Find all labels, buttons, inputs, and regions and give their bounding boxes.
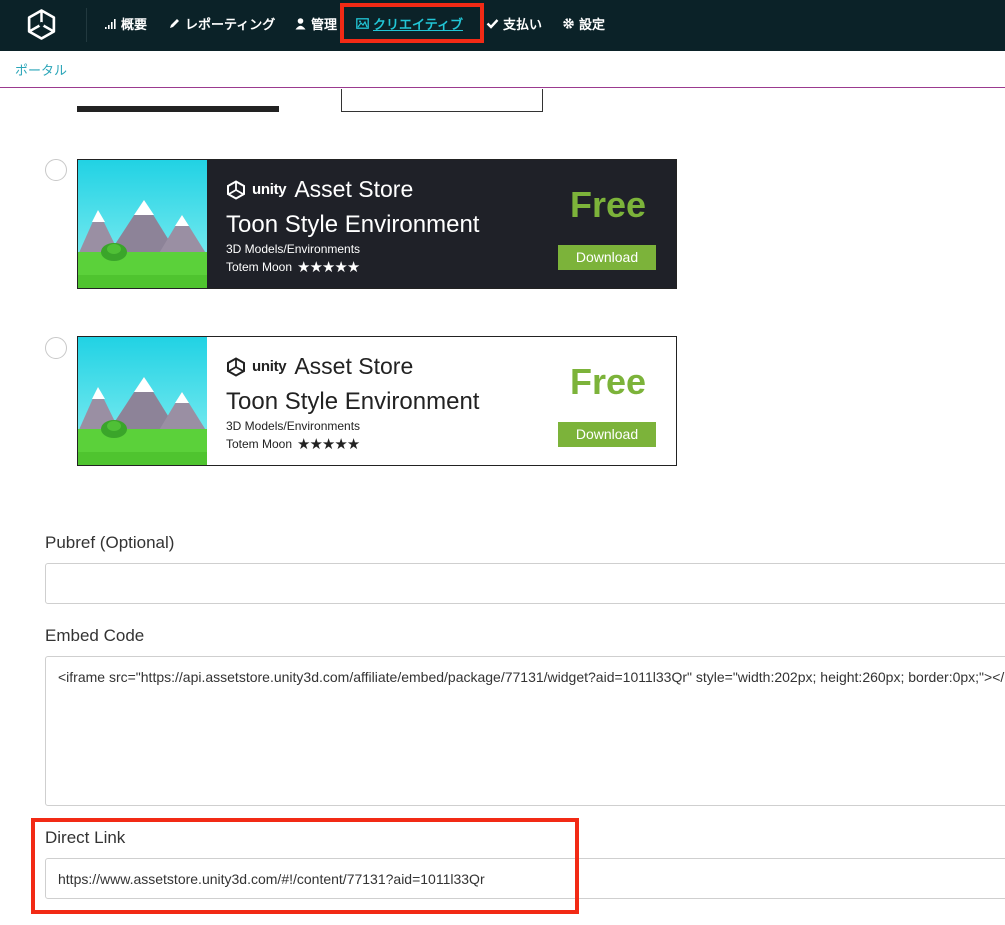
embed-code-label: Embed Code [45, 626, 145, 645]
asset-store-brand: unity Asset Store [226, 176, 413, 203]
publisher-name: Totem Moon [226, 437, 293, 451]
asset-store-brand: unity Asset Store [226, 353, 413, 380]
nav-item-reporting[interactable]: レポーティング [168, 14, 275, 32]
breadcrumb: ポータル [0, 51, 1005, 88]
embed-code-textarea[interactable]: <iframe src="https://api.assetstore.unit… [45, 656, 1005, 806]
nav-item-settings[interactable]: 設定 [562, 14, 605, 32]
signal-bars-icon [105, 18, 116, 29]
top-navigation: 概要 レポーティング 管理 クリエイティブ 支払い 設定 [0, 0, 1005, 51]
banner-publisher: Totem Moon ★★★★★ [226, 258, 360, 276]
nav-item-label: 概要 [121, 16, 148, 32]
unity-wordmark: unity [252, 181, 287, 198]
star-rating-icon: ★★★★★ [297, 259, 360, 276]
pubref-label: Pubref (Optional) [45, 533, 175, 552]
asset-store-label: Asset Store [294, 353, 414, 379]
pubref-input[interactable] [45, 563, 1005, 604]
landscape-illustration [78, 337, 207, 465]
banner-price: Free [569, 184, 647, 225]
gear-icon [563, 17, 574, 29]
unity-logo-icon [227, 356, 245, 377]
asset-store-label: Asset Store [294, 176, 414, 202]
user-icon [295, 17, 306, 29]
nav-item-label: 支払い [503, 16, 543, 32]
pencil-icon [170, 18, 179, 28]
banner-title: Toon Style Environment [226, 211, 480, 238]
nav-item-label: レポーティング [185, 16, 276, 32]
nav-item-label: 管理 [311, 16, 338, 32]
download-button[interactable]: Download [558, 422, 656, 447]
highlight-box-creative [340, 3, 484, 43]
breadcrumb-portal-link[interactable]: ポータル [15, 60, 67, 79]
banner-preview-dark: unity Asset Store Toon Style Environment… [77, 159, 677, 289]
publisher-name: Totem Moon [226, 260, 293, 274]
banner-publisher: Totem Moon ★★★★★ [226, 435, 360, 453]
nav-item-admin[interactable]: 管理 [294, 14, 337, 32]
banner-radio-light[interactable] [45, 337, 67, 359]
banner-remnant [341, 89, 543, 112]
banner-preview-light: unity Asset Store Toon Style Environment… [77, 336, 677, 466]
banner-price: Free [569, 361, 647, 402]
highlight-box-direct-link [31, 818, 579, 914]
landscape-illustration [78, 160, 207, 288]
nav-item-label: 設定 [579, 16, 606, 32]
star-rating-icon: ★★★★★ [297, 436, 360, 453]
check-icon [486, 18, 499, 29]
banner-radio-dark[interactable] [45, 159, 67, 181]
banner-category: 3D Models/Environments [226, 419, 361, 433]
unity-logo-icon [227, 179, 245, 200]
banner-category: 3D Models/Environments [226, 242, 361, 256]
unity-logo-icon[interactable] [25, 8, 58, 41]
download-button[interactable]: Download [558, 245, 656, 270]
banner-remnant [77, 106, 279, 112]
unity-wordmark: unity [252, 358, 287, 375]
nav-item-payments[interactable]: 支払い [486, 14, 542, 32]
nav-divider [86, 8, 87, 42]
banner-title: Toon Style Environment [226, 388, 480, 415]
nav-item-overview[interactable]: 概要 [104, 14, 147, 32]
